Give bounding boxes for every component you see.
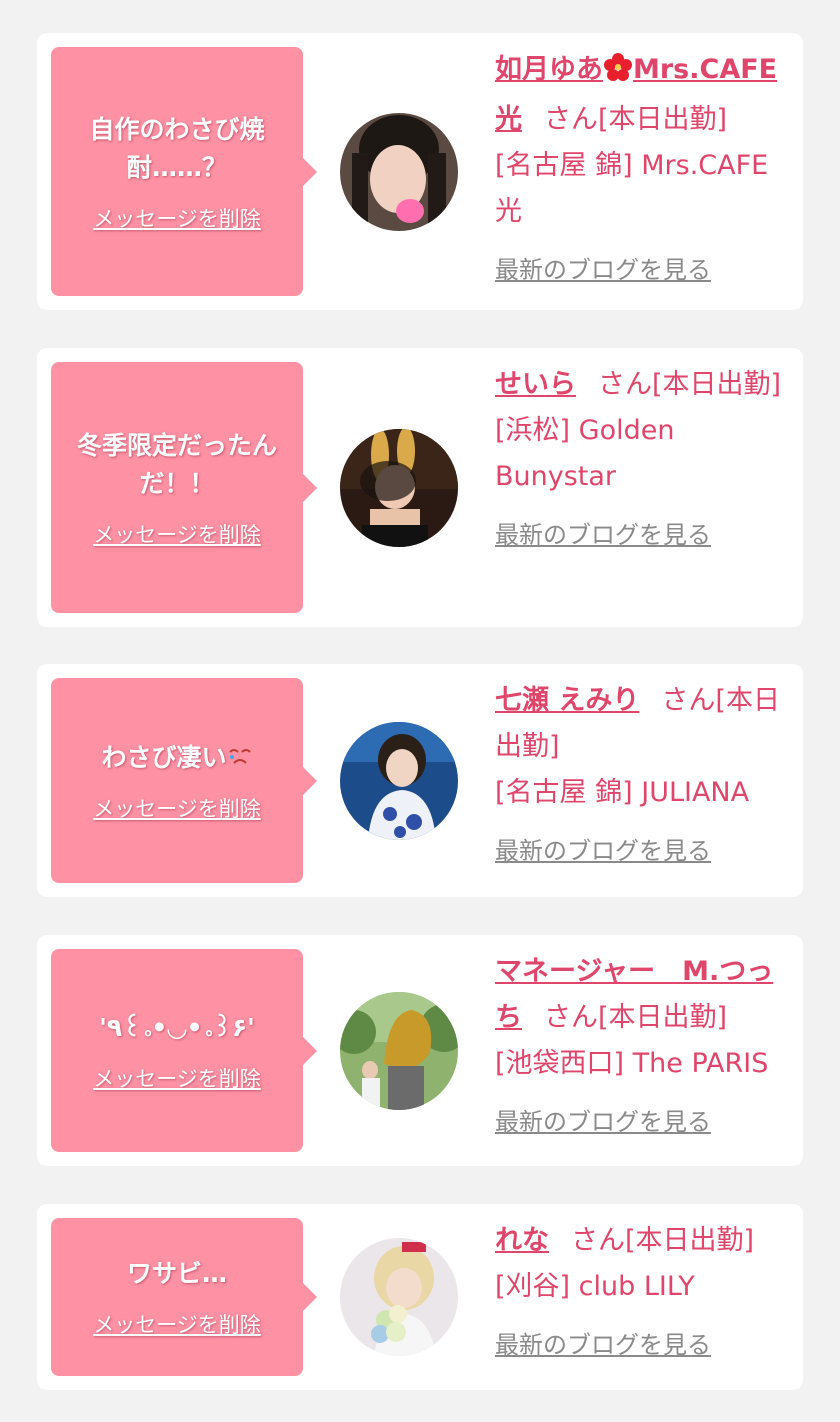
cast-name-link[interactable]: 七瀬 えみり xyxy=(495,685,639,716)
avatar[interactable] xyxy=(340,1238,458,1356)
delete-message-link[interactable]: メッセージを削除 xyxy=(93,519,261,549)
shop-name: [名古屋 錦] JULIANA xyxy=(495,777,750,808)
message-card: 自作のわさび焼 酎……？ メッセージを削除 如月ゆあ Mrs.CAFE 光さん[本… xyxy=(37,33,803,310)
message-list: 自作のわさび焼 酎……？ メッセージを削除 如月ゆあ Mrs.CAFE 光さん[本… xyxy=(0,0,840,1422)
message-bubble: '٩꒰｡•◡•｡꒱۶' メッセージを削除 xyxy=(51,949,317,1152)
cast-info: れな さん[本日出勤] [刈谷] club LILY 最新のブログを見る xyxy=(495,1218,787,1368)
latest-blog-link[interactable]: 最新のブログを見る xyxy=(495,1099,711,1145)
cast-info: マネージャー M.つっち さん[本日出勤] [池袋西口] The PARIS 最新… xyxy=(495,949,787,1145)
message-text: ワサビ… xyxy=(126,1259,227,1288)
cast-info: 七瀬 えみり さん[本日出勤] [名古屋 錦] JULIANA 最新のブログを見る xyxy=(495,678,787,874)
message-text: 自作のわさび焼 酎……？ xyxy=(89,114,265,182)
status-text: さん[本日出勤] xyxy=(544,104,728,135)
latest-blog-link[interactable]: 最新のブログを見る xyxy=(495,247,711,293)
cast-info: 如月ゆあ Mrs.CAFE 光さん[本日出勤] [名古屋 錦] Mrs.CAFE … xyxy=(495,47,787,293)
delete-message-link[interactable]: メッセージを削除 xyxy=(93,1063,261,1093)
latest-blog-link[interactable]: 最新のブログを見る xyxy=(495,828,711,874)
message-text: わさび凄い xyxy=(101,739,252,777)
delete-message-link[interactable]: メッセージを削除 xyxy=(93,793,261,823)
message-bubble: 冬季限定だったん だ！！ メッセージを削除 xyxy=(51,362,317,613)
latest-blog-link[interactable]: 最新のブログを見る xyxy=(495,512,711,558)
shop-name: [名古屋 錦] Mrs.CAFE 光 xyxy=(495,150,769,227)
hibiscus-icon xyxy=(603,51,633,97)
status-text: さん[本日出勤] xyxy=(571,1225,755,1256)
message-text: 冬季限定だったん だ！！ xyxy=(76,430,277,498)
avatar[interactable] xyxy=(340,429,458,547)
status-text: さん[本日出勤] xyxy=(544,1002,728,1033)
message-card: 冬季限定だったん だ！！ メッセージを削除 せいら さん[本日出勤] [浜松] G… xyxy=(37,348,803,627)
message-card: '٩꒰｡•◡•｡꒱۶' メッセージを削除 マネージャー M.つっち さん[本日出勤… xyxy=(37,935,803,1166)
shop-name: [池袋西口] The PARIS xyxy=(495,1048,769,1079)
crying-face-emoji xyxy=(227,743,253,772)
delete-message-link[interactable]: メッセージを削除 xyxy=(93,1309,261,1339)
message-card: ワサビ… メッセージを削除 れな さん[本日出勤] [刈谷] club LILY … xyxy=(37,1204,803,1390)
message-bubble: 自作のわさび焼 酎……？ メッセージを削除 xyxy=(51,47,317,296)
message-card: わさび凄い メッセージを削除 七瀬 えみり さん[本日出勤] [名古屋 錦] JU… xyxy=(37,664,803,897)
message-bubble: わさび凄い メッセージを削除 xyxy=(51,678,317,883)
avatar[interactable] xyxy=(340,992,458,1110)
shop-name: [刈谷] club LILY xyxy=(495,1271,695,1302)
delete-message-link[interactable]: メッセージを削除 xyxy=(93,203,261,233)
cast-name-link[interactable]: れな xyxy=(495,1225,549,1256)
shop-name: [浜松] Golden Bunystar xyxy=(495,415,675,492)
avatar[interactable] xyxy=(340,722,458,840)
cast-info: せいら さん[本日出勤] [浜松] Golden Bunystar 最新のブログを… xyxy=(495,362,787,558)
latest-blog-link[interactable]: 最新のブログを見る xyxy=(495,1322,711,1368)
message-text: '٩꒰｡•◡•｡꒱۶' xyxy=(99,1012,255,1042)
cast-name-link[interactable]: せいら xyxy=(495,369,576,400)
avatar[interactable] xyxy=(340,113,458,231)
status-text: さん[本日出勤] xyxy=(598,369,782,400)
message-bubble: ワサビ… メッセージを削除 xyxy=(51,1218,317,1376)
